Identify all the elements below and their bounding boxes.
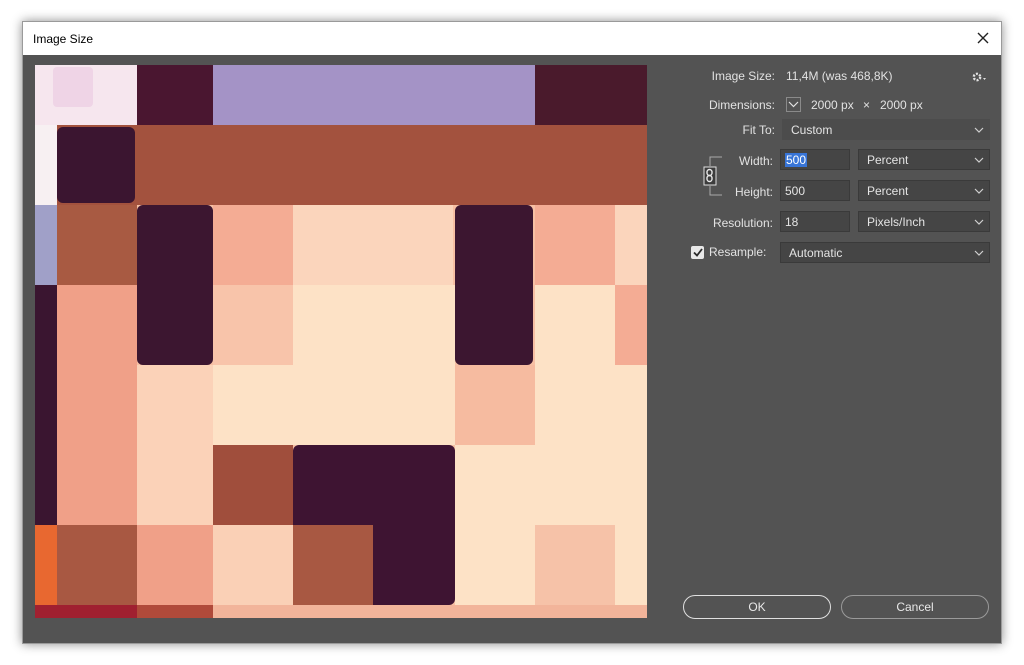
height-input[interactable]: 500 — [780, 180, 850, 201]
height-unit-dropdown[interactable]: Percent — [858, 180, 990, 201]
image-preview[interactable] — [35, 65, 647, 618]
fit-to-value: Custom — [791, 122, 833, 137]
image-size-dialog: Image Size Image Size: 11,4M (was 468,8K… — [22, 21, 1002, 644]
fit-to-dropdown[interactable]: Custom — [782, 119, 990, 140]
resample-checkbox[interactable] — [691, 246, 704, 259]
chevron-down-icon[interactable] — [786, 97, 801, 112]
dimensions-separator: × — [863, 98, 871, 112]
width-input[interactable]: 500 — [780, 149, 850, 170]
close-icon[interactable] — [973, 28, 993, 48]
image-size-value: 11,4M (was 468,8K) — [786, 69, 893, 83]
dimensions-label: Dimensions: — [708, 98, 775, 112]
chevron-down-icon — [974, 188, 984, 194]
chevron-down-icon — [974, 157, 984, 163]
chevron-down-icon — [974, 127, 984, 133]
height-label: Height: — [734, 185, 773, 199]
resolution-label: Resolution: — [712, 216, 773, 230]
dimensions-height: 2000 px — [880, 98, 923, 112]
chevron-down-icon — [974, 250, 984, 256]
height-value: 500 — [785, 183, 806, 198]
resolution-unit-dropdown[interactable]: Pixels/Inch — [858, 211, 990, 232]
width-value: 500 — [785, 152, 808, 167]
ok-button[interactable]: OK — [683, 595, 831, 619]
cancel-button[interactable]: Cancel — [841, 595, 989, 619]
fit-to-label: Fit To: — [742, 123, 775, 137]
resolution-unit-value: Pixels/Inch — [867, 214, 926, 229]
height-unit-value: Percent — [867, 183, 909, 198]
preview-image — [35, 65, 647, 618]
width-label: Width: — [738, 154, 773, 168]
dialog-title: Image Size — [33, 31, 94, 46]
resample-method-dropdown[interactable]: Automatic — [780, 242, 990, 263]
resolution-value: 18 — [785, 214, 799, 229]
title-bar: Image Size — [23, 22, 1001, 55]
width-unit-dropdown[interactable]: Percent — [858, 149, 990, 170]
chevron-down-icon — [974, 219, 984, 225]
image-size-label: Image Size: — [711, 69, 775, 83]
dimensions-width: 2000 px — [811, 98, 854, 112]
gear-icon[interactable] — [971, 70, 987, 84]
resample-method-value: Automatic — [789, 245, 843, 260]
resolution-input[interactable]: 18 — [780, 211, 850, 232]
resample-label: Resample: — [709, 245, 767, 259]
width-unit-value: Percent — [867, 152, 909, 167]
